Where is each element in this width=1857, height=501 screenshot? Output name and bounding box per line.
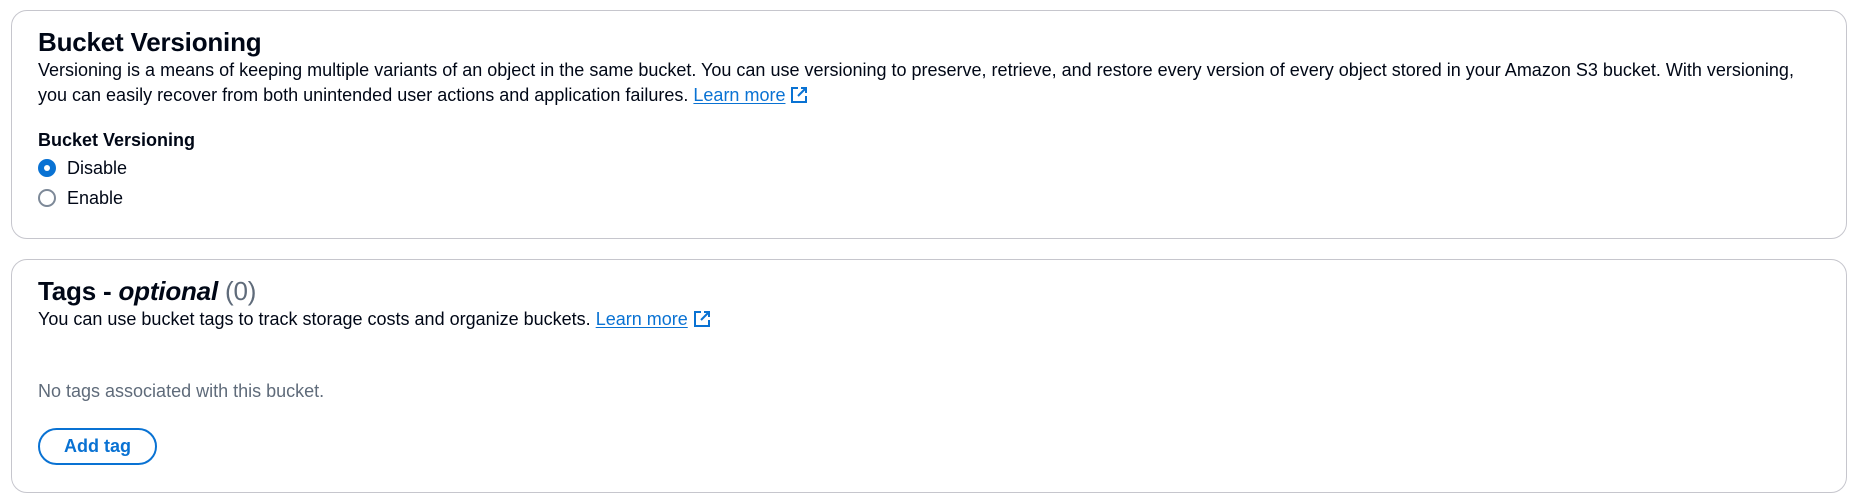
- versioning-learn-more-label: Learn more: [693, 85, 786, 105]
- bucket-versioning-description-text: Versioning is a means of keeping multipl…: [38, 60, 1794, 105]
- versioning-option-enable-label: Enable: [67, 188, 124, 208]
- tags-title-optional: optional: [118, 276, 218, 306]
- add-tag-button[interactable]: Add tag: [38, 428, 157, 465]
- external-link-icon: [790, 86, 808, 111]
- bucket-versioning-title: Bucket Versioning: [38, 27, 262, 57]
- bucket-versioning-description: Versioning is a means of keeping multipl…: [38, 58, 1820, 111]
- tags-empty-state: No tags associated with this bucket.: [38, 379, 1820, 403]
- tags-empty-text: No tags associated with this bucket.: [38, 381, 325, 401]
- tags-title: Tags - optional (0): [38, 275, 1820, 307]
- tags-learn-more-link[interactable]: Learn more: [596, 309, 711, 329]
- versioning-radio-group: Disable Enable: [38, 153, 1820, 213]
- bucket-versioning-field-label: Bucket Versioning: [38, 130, 196, 150]
- tags-panel: Tags - optional (0) You can use bucket t…: [11, 259, 1847, 493]
- versioning-option-disable[interactable]: Disable: [38, 153, 1820, 183]
- tags-learn-more-label: Learn more: [595, 309, 688, 329]
- tags-description-text: You can use bucket tags to track storage…: [38, 309, 591, 329]
- versioning-option-disable-label: Disable: [67, 158, 128, 178]
- bucket-versioning-header: Bucket Versioning Versioning is a means …: [38, 26, 1820, 111]
- versioning-option-enable[interactable]: Enable: [38, 183, 1820, 213]
- bucket-versioning-field: Bucket Versioning Disable Enable: [38, 128, 1820, 213]
- tags-title-text: Tags -: [38, 276, 119, 306]
- tags-header: Tags - optional (0) You can use bucket t…: [38, 275, 1820, 335]
- tags-description: You can use bucket tags to track storage…: [38, 307, 1820, 335]
- versioning-learn-more-link[interactable]: Learn more: [693, 85, 808, 105]
- bucket-versioning-panel: Bucket Versioning Versioning is a means …: [11, 10, 1847, 239]
- tags-actions: Add tag: [38, 428, 1820, 465]
- radio-unselected-icon[interactable]: [38, 189, 56, 207]
- radio-selected-icon[interactable]: [38, 159, 56, 177]
- external-link-icon: [693, 310, 711, 335]
- tags-count: (0): [225, 276, 257, 306]
